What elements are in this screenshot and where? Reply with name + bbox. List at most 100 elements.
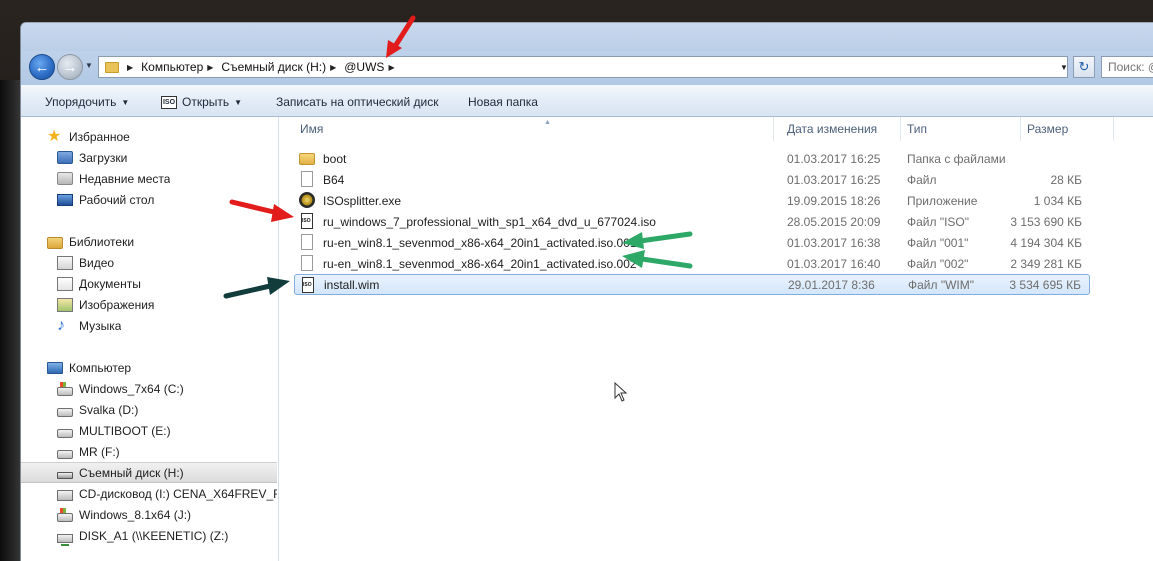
sidebar-item-downloads[interactable]: Загрузки <box>21 147 277 168</box>
explorer-window: ← → ▼ ▶ Компьютер ▶ Съемный диск (H:) ▶ … <box>20 22 1153 561</box>
sidebar-item-label: MULTIBOOT (E:) <box>79 423 171 438</box>
sidebar-item-computer[interactable]: Компьютер <box>21 357 277 378</box>
sidebar-item-label: MR (F:) <box>79 444 120 459</box>
sidebar-item-label: Документы <box>79 276 141 291</box>
file-date: 01.03.2017 16:40 <box>787 256 881 271</box>
sidebar-item-video[interactable]: Видео <box>21 252 277 273</box>
file-size: 2 349 281 КБ <box>1010 256 1082 271</box>
chevron-right-icon[interactable]: ▶ <box>388 63 394 72</box>
desktop-icon <box>57 193 73 206</box>
sidebar-item-drive-h[interactable]: Съемный диск (H:) <box>21 462 277 483</box>
refresh-button[interactable]: ↻ <box>1073 56 1095 78</box>
wim-icon <box>302 277 314 293</box>
sort-ascending-icon: ▲ <box>544 119 551 126</box>
sidebar-item-drive-i[interactable]: CD-дисковод (I:) CENA_X64FREV_RU- <box>21 483 277 504</box>
file-size: 1 034 КБ <box>1033 193 1082 208</box>
new-folder-button[interactable]: Новая папка <box>468 94 538 110</box>
sidebar-item-label: Съемный диск (H:) <box>79 465 184 480</box>
network-drive-icon <box>57 533 73 546</box>
breadcrumb-uws[interactable]: @UWS <box>344 60 384 74</box>
column-headers: Имя ▲ Дата изменения Тип Размер <box>294 117 1114 141</box>
sidebar-item-label: Windows_7x64 (C:) <box>79 381 184 396</box>
file-row-b64[interactable]: B64 01.03.2017 16:25 Файл 28 КБ <box>294 169 1090 190</box>
file-type: Приложение <box>907 193 978 208</box>
sidebar-item-drive-c[interactable]: Windows_7x64 (C:) <box>21 378 277 399</box>
cd-drive-icon <box>57 490 73 501</box>
dark-arrow-annotation-wim <box>223 277 290 299</box>
column-header-label: Дата изменения <box>787 122 878 136</box>
organize-button[interactable]: Упорядочить ▼ <box>45 94 129 110</box>
file-row-install-wim[interactable]: install.wim 29.01.2017 8:36 Файл "WIM" 3… <box>294 274 1090 295</box>
sidebar-item-label: Избранное <box>69 129 130 144</box>
sidebar-item-drive-f[interactable]: MR (F:) <box>21 441 277 462</box>
file-date: 01.03.2017 16:25 <box>787 151 881 166</box>
file-row-isosplitter[interactable]: ISOsplitter.exe 19.09.2015 18:26 Приложе… <box>294 190 1090 211</box>
iso-icon <box>301 213 313 229</box>
address-history-button[interactable]: ▼ <box>1057 57 1071 77</box>
column-header-type[interactable]: Тип <box>901 117 1021 141</box>
column-header-size[interactable]: Размер <box>1021 117 1114 141</box>
sidebar-item-label: Музыка <box>79 318 122 333</box>
file-size: 4 194 304 КБ <box>1010 235 1082 250</box>
sidebar-item-favorites[interactable]: Избранное <box>21 126 277 147</box>
star-icon <box>47 129 63 145</box>
desktop-left-strip <box>0 80 22 561</box>
column-header-label: Тип <box>907 122 928 136</box>
file-type: Файл "001" <box>907 235 969 250</box>
app-icon <box>299 192 315 208</box>
organize-label: Упорядочить <box>45 95 117 109</box>
column-header-label: Размер <box>1027 122 1069 136</box>
file-size: 28 КБ <box>1050 172 1082 187</box>
file-type: Файл "002" <box>907 256 969 271</box>
red-arrow-annotation-address <box>386 15 416 58</box>
breadcrumb-removable-disk[interactable]: Съемный диск (H:) <box>221 60 326 74</box>
file-name: ru-en_win8.1_sevenmod_x86-x64_20in1_acti… <box>323 256 637 271</box>
downloads-icon <box>57 151 73 164</box>
chevron-right-icon[interactable]: ▶ <box>127 63 133 72</box>
file-row-boot[interactable]: boot 01.03.2017 16:25 Папка с файлами <box>294 148 1090 169</box>
forward-button[interactable]: → <box>57 54 83 80</box>
chevron-right-icon[interactable]: ▶ <box>330 63 336 72</box>
file-size: 3 153 690 КБ <box>1010 214 1082 229</box>
recent-places-icon <box>57 172 73 185</box>
green-arrow-annotation-part2 <box>622 250 693 269</box>
burn-disc-button[interactable]: Записать на оптический диск <box>276 94 439 110</box>
disk-image-icon: ISO <box>161 95 177 109</box>
libraries-icon <box>47 236 63 249</box>
file-type: Файл "ISO" <box>907 214 970 229</box>
chevron-down-icon: ▼ <box>121 97 130 107</box>
sidebar-item-recent-places[interactable]: Недавние места <box>21 168 277 189</box>
open-button[interactable]: ISO Открыть ▼ <box>161 94 242 110</box>
sidebar-item-music[interactable]: Музыка <box>21 315 277 336</box>
sidebar-item-drive-e[interactable]: MULTIBOOT (E:) <box>21 420 277 441</box>
column-header-name[interactable]: Имя <box>294 117 774 141</box>
folder-icon <box>299 153 315 165</box>
refresh-icon: ↻ <box>1078 59 1090 74</box>
chevron-down-icon: ▼ <box>85 61 93 70</box>
music-icon <box>57 318 73 334</box>
open-label: Открыть <box>182 95 230 109</box>
file-date: 01.03.2017 16:38 <box>787 235 881 250</box>
video-library-icon <box>57 255 73 270</box>
sidebar-item-label: Изображения <box>79 297 155 312</box>
file-date: 29.01.2017 8:36 <box>788 277 875 292</box>
hard-drive-icon <box>57 407 73 417</box>
recent-pages-button[interactable]: ▼ <box>85 61 95 73</box>
sidebar-item-label: Библиотеки <box>69 234 135 249</box>
sidebar-item-drive-j[interactable]: Windows_8.1x64 (J:) <box>21 504 277 525</box>
chevron-right-icon[interactable]: ▶ <box>207 63 213 72</box>
sidebar-item-label: DISK_A1 (\\KEENETIC) (Z:) <box>79 528 229 543</box>
navigation-bar: ← → ▼ ▶ Компьютер ▶ Съемный диск (H:) ▶ … <box>21 51 1153 85</box>
file-type: Папка с файлами <box>907 151 1006 166</box>
back-button[interactable]: ← <box>29 54 55 80</box>
sidebar-item-drive-d[interactable]: Svalka (D:) <box>21 399 277 420</box>
sidebar-item-drive-z[interactable]: DISK_A1 (\\KEENETIC) (Z:) <box>21 525 277 546</box>
breadcrumb-computer[interactable]: Компьютер <box>141 60 203 74</box>
address-bar[interactable]: ▶ Компьютер ▶ Съемный диск (H:) ▶ @UWS ▶ <box>98 56 1068 78</box>
file-name: B64 <box>323 172 345 187</box>
pictures-library-icon <box>57 297 73 312</box>
sidebar-item-libraries[interactable]: Библиотеки <box>21 231 277 252</box>
sidebar-item-label: Компьютер <box>69 360 132 375</box>
column-header-date[interactable]: Дата изменения <box>781 117 901 141</box>
search-input[interactable] <box>1101 56 1153 78</box>
